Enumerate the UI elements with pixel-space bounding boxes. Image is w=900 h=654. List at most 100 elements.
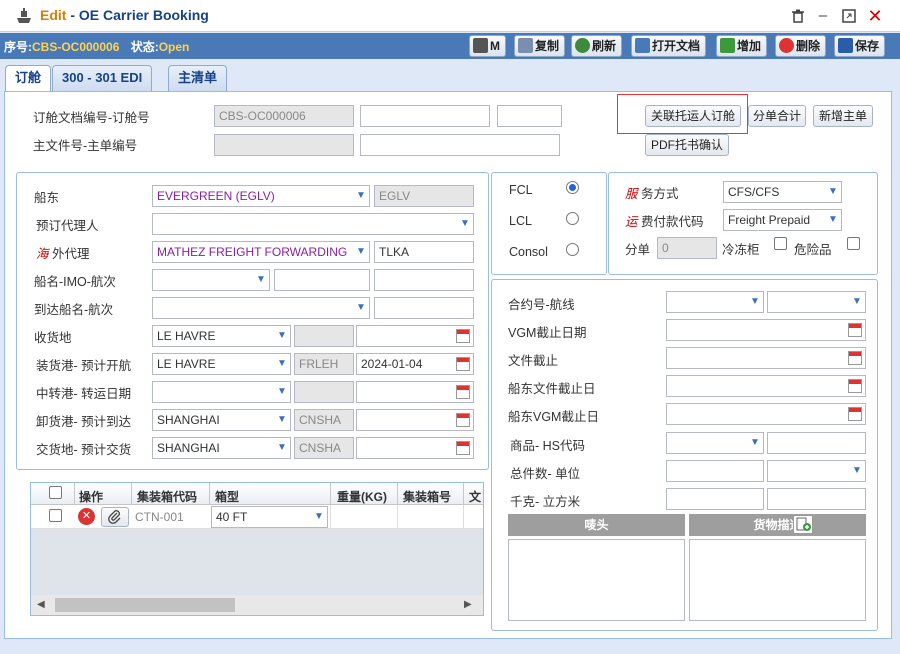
- container-type-select[interactable]: 40 FT ▼: [211, 506, 328, 528]
- pdf-confirm-button[interactable]: PDF托书确认: [645, 134, 729, 156]
- save-button[interactable]: 保存: [834, 35, 886, 57]
- grid-scrollbar[interactable]: ◀ ▶: [31, 595, 483, 615]
- receipt-select[interactable]: LE HAVRE ▼: [152, 325, 291, 347]
- arrival-voyage-input[interactable]: [374, 297, 474, 319]
- chevron-down-icon: ▼: [356, 246, 366, 257]
- hs-code-input[interactable]: [767, 432, 866, 454]
- transit-select[interactable]: ▼: [152, 381, 291, 403]
- consol-radio[interactable]: [566, 243, 579, 256]
- doc-cutoff-label: 文件截止: [508, 354, 559, 368]
- pol-code: FRLEH: [294, 353, 354, 375]
- add-button[interactable]: 增加: [716, 35, 768, 57]
- calendar-icon[interactable]: [456, 413, 470, 427]
- booking-extra-input[interactable]: [497, 105, 562, 127]
- split-input[interactable]: 0: [657, 237, 717, 259]
- booking-number-input[interactable]: [360, 105, 490, 127]
- trash-icon[interactable]: [788, 6, 808, 26]
- tab-master-manifest[interactable]: 主清单: [168, 65, 228, 91]
- delivery-code: CNSHA: [294, 437, 354, 459]
- row-checkbox[interactable]: [49, 509, 62, 522]
- dangerous-goods-checkbox[interactable]: [847, 237, 860, 250]
- tab-booking[interactable]: 订舱: [5, 65, 52, 92]
- link-shipper-booking-button[interactable]: 关联托运人订舱: [645, 105, 741, 127]
- pol-label: 装货港- 预计开航: [36, 359, 132, 373]
- vgm-cutoff-date[interactable]: [666, 319, 866, 341]
- cargo-description-textarea[interactable]: [689, 539, 866, 621]
- marks-header: 唛头: [508, 514, 685, 536]
- table-row[interactable]: ✕ CTN-001 40 FT ▼: [31, 505, 483, 529]
- new-master-button[interactable]: 新增主单: [813, 105, 873, 127]
- commodity-select[interactable]: ▼: [666, 432, 764, 454]
- print-m-button[interactable]: M: [469, 35, 506, 57]
- carrier-vgm-cutoff-date[interactable]: [666, 403, 866, 425]
- chevron-down-icon: ▼: [750, 437, 760, 448]
- contract-select[interactable]: ▼: [666, 291, 764, 313]
- delete-row-icon[interactable]: ✕: [78, 508, 95, 525]
- doc-cutoff-date[interactable]: [666, 347, 866, 369]
- calendar-icon[interactable]: [456, 385, 470, 399]
- overseas-agent-select[interactable]: MATHEZ FREIGHT FORWARDING ▼: [152, 241, 370, 263]
- service-type-select[interactable]: CFS/CFS ▼: [723, 181, 842, 203]
- freight-term-label: 运 费付款代码: [625, 215, 704, 229]
- calendar-icon[interactable]: [848, 407, 862, 421]
- arrival-vessel-select[interactable]: ▼: [152, 297, 370, 319]
- select-all-checkbox[interactable]: [49, 486, 62, 499]
- delete-button[interactable]: 删除: [775, 35, 827, 57]
- transit-date[interactable]: [356, 381, 474, 403]
- calendar-icon[interactable]: [456, 329, 470, 343]
- pol-select[interactable]: LE HAVRE ▼: [152, 353, 291, 375]
- carrier-doc-cutoff-date[interactable]: [666, 375, 866, 397]
- transit-label: 中转港- 转运日期: [36, 387, 132, 401]
- scroll-left-icon[interactable]: ◀: [37, 599, 45, 610]
- marks-textarea[interactable]: [508, 539, 685, 621]
- close-icon[interactable]: ✕: [865, 6, 885, 26]
- master-file-input[interactable]: [214, 134, 354, 156]
- commodity-label: 商品- HS代码: [510, 439, 586, 453]
- route-select[interactable]: ▼: [767, 291, 866, 313]
- overseas-agent-code[interactable]: TLKA: [374, 241, 474, 263]
- booking-agent-select[interactable]: ▼: [152, 213, 474, 235]
- scroll-right-icon[interactable]: ▶: [464, 599, 472, 610]
- voyage-input[interactable]: [374, 269, 474, 291]
- calendar-icon[interactable]: [456, 357, 470, 371]
- booking-doc-input[interactable]: CBS-OC000006: [214, 105, 354, 127]
- calendar-icon[interactable]: [848, 323, 862, 337]
- etd-date[interactable]: 2024-01-04: [356, 353, 474, 375]
- master-bl-input[interactable]: [360, 134, 560, 156]
- chevron-down-icon: ▼: [277, 386, 287, 397]
- freight-term-select[interactable]: Freight Prepaid ▼: [723, 209, 842, 231]
- add-note-icon[interactable]: [793, 515, 813, 534]
- reefer-checkbox[interactable]: [774, 237, 787, 250]
- scroll-thumb[interactable]: [55, 598, 235, 612]
- volume-input[interactable]: [767, 488, 866, 510]
- refresh-button[interactable]: 刷新: [571, 35, 623, 57]
- receipt-date[interactable]: [356, 325, 474, 347]
- carrier-select[interactable]: EVERGREEN (EGLV) ▼: [152, 185, 370, 207]
- chevron-down-icon: ▼: [277, 414, 287, 425]
- detail-panel: 合约号-航线 ▼ ▼ VGM截止日期 文件截止 船东文件截止日 船东VGM截止日…: [491, 279, 878, 631]
- weight-input[interactable]: [666, 488, 764, 510]
- maximize-icon[interactable]: [839, 6, 859, 26]
- cargo-description-header: 货物描述: [689, 514, 866, 536]
- tab-edi[interactable]: 300 - 301 EDI: [52, 65, 153, 91]
- calendar-icon[interactable]: [456, 441, 470, 455]
- attach-icon[interactable]: [101, 507, 129, 527]
- container-code-cell[interactable]: CTN-001: [135, 510, 184, 524]
- vessel-select[interactable]: ▼: [152, 269, 270, 291]
- calendar-icon[interactable]: [848, 351, 862, 365]
- lcl-radio[interactable]: [566, 212, 579, 225]
- split-total-button[interactable]: 分单合计: [748, 105, 806, 127]
- total-packages-input[interactable]: [666, 460, 764, 482]
- eta-date[interactable]: [356, 409, 474, 431]
- dangerous-goods-label: 危险品: [794, 243, 832, 257]
- delivery-date[interactable]: [356, 437, 474, 459]
- calendar-icon[interactable]: [848, 379, 862, 393]
- fcl-radio[interactable]: [566, 181, 579, 194]
- unit-select[interactable]: ▼: [767, 460, 866, 482]
- imo-input[interactable]: [274, 269, 370, 291]
- pod-select[interactable]: SHANGHAI ▼: [152, 409, 291, 431]
- open-document-button[interactable]: 打开文档: [631, 35, 707, 57]
- delivery-select[interactable]: SHANGHAI ▼: [152, 437, 291, 459]
- copy-button[interactable]: 复制: [514, 35, 566, 57]
- minimize-icon[interactable]: –: [813, 6, 833, 26]
